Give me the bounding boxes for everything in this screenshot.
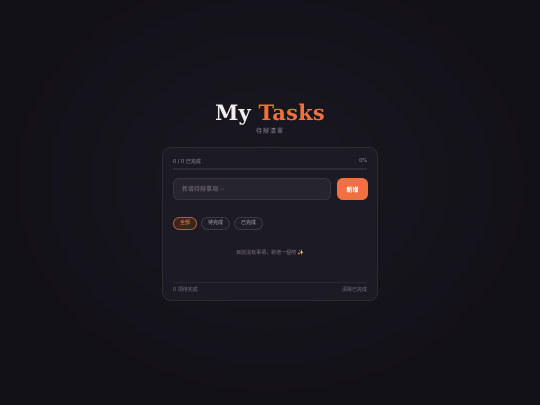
filter-pending[interactable]: 待完成 bbox=[201, 217, 231, 230]
progress-count-text: 0 / 0 已完成 bbox=[173, 159, 201, 165]
app-header: My Tasks 待辦清單 bbox=[0, 100, 540, 135]
title-word-my: My bbox=[215, 100, 251, 125]
progress-percent-text: 0% bbox=[359, 158, 367, 164]
add-task-button[interactable]: 新增 bbox=[337, 178, 368, 200]
title-word-tasks: Tasks bbox=[258, 100, 325, 125]
clear-completed-button[interactable]: 清除已完成 bbox=[342, 286, 367, 293]
progress-summary: 0 / 0 已完成 0% bbox=[173, 158, 367, 165]
card-footer: 0 項待完成 清除已完成 bbox=[173, 286, 367, 293]
progress-bar bbox=[173, 168, 367, 170]
page-title: My Tasks bbox=[0, 100, 540, 126]
filter-tabs: 全部 待完成 已完成 bbox=[173, 209, 267, 230]
filter-all[interactable]: 全部 bbox=[173, 217, 198, 230]
filter-completed[interactable]: 已完成 bbox=[234, 217, 264, 230]
app-page: My Tasks 待辦清單 0 / 0 已完成 0% 新增 全部待完成已完成 目… bbox=[0, 0, 540, 405]
remaining-count-text: 0 項待完成 bbox=[173, 287, 198, 293]
new-task-input[interactable] bbox=[173, 178, 331, 200]
todo-card: 0 / 0 已完成 0% 新增 全部待完成已完成 目前沒有事項，新增一個吧 ✨ … bbox=[162, 147, 378, 301]
page-subtitle: 待辦清單 bbox=[255, 128, 284, 135]
footer-divider bbox=[173, 282, 367, 283]
empty-state-message: 目前沒有事項，新增一個吧 ✨ bbox=[236, 250, 304, 256]
